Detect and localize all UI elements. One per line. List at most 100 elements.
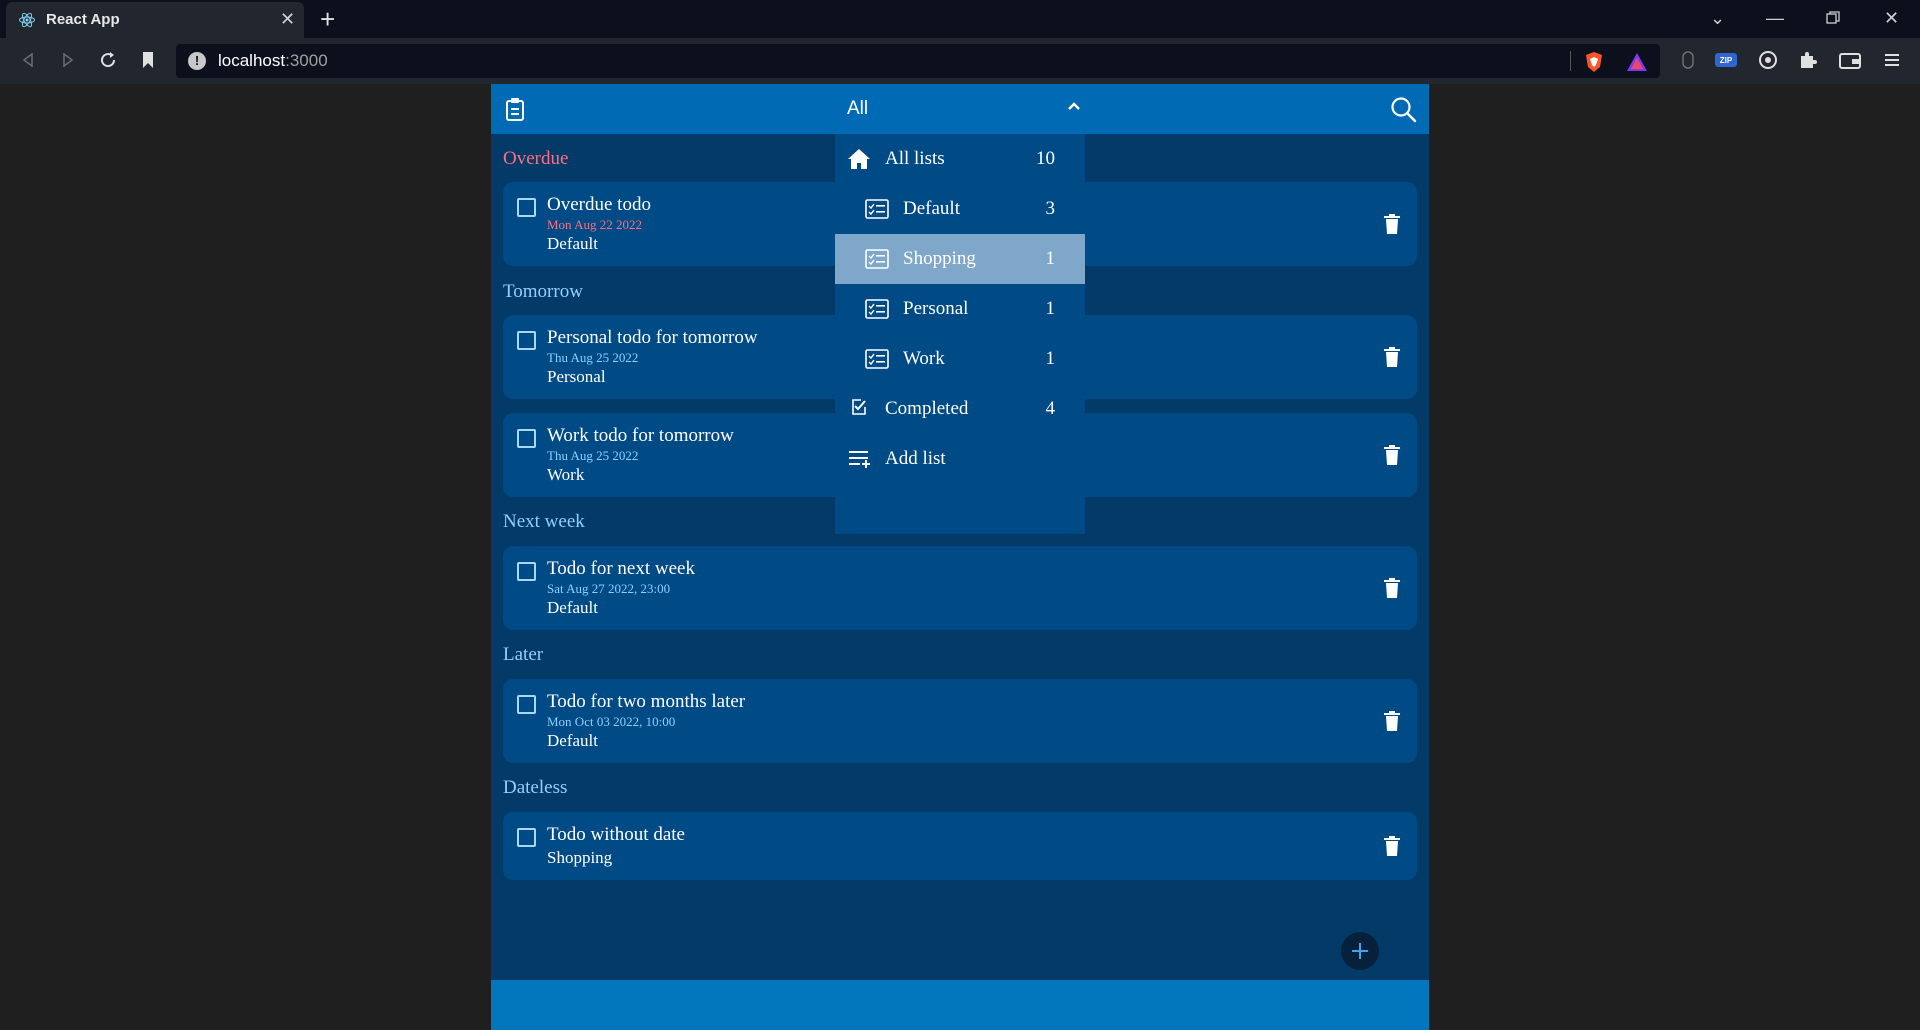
list-icon (865, 199, 889, 219)
trash-icon[interactable] (1383, 214, 1401, 234)
address-bar[interactable]: ! localhost:3000 (176, 44, 1660, 78)
section-title-later: Later (503, 644, 544, 665)
browser-menu-icon[interactable] (1880, 48, 1904, 72)
todo-list: Personal (547, 367, 606, 386)
dropdown-label: Shopping (903, 248, 976, 269)
list-icon (865, 249, 889, 269)
dropdown-label: Default (903, 198, 960, 219)
trash-icon[interactable] (1383, 445, 1401, 465)
chevron-up-icon[interactable] (1067, 100, 1081, 112)
add-list-icon (849, 451, 870, 468)
browser-toolbar: ! localhost:3000 ZIP (0, 38, 1920, 84)
dropdown-item-default[interactable]: Default 3 (835, 184, 1085, 234)
dropdown-label: Personal (903, 298, 969, 319)
restore-button[interactable] (1826, 11, 1840, 25)
dropdown-label: Add list (885, 448, 946, 469)
todo-title: Todo for two months later (547, 691, 746, 712)
trash-icon[interactable] (1383, 578, 1401, 598)
todo-title: Personal todo for tomorrow (547, 327, 758, 348)
todo-item[interactable]: Todo without date Shopping (503, 812, 1417, 880)
tab-close-icon[interactable]: ✕ (280, 10, 295, 28)
trash-icon[interactable] (1383, 836, 1401, 856)
bookmark-button[interactable] (136, 48, 160, 72)
search-icon[interactable] (1390, 96, 1417, 123)
list-dropdown-menu: All lists 10 Default 3 Shopping 1 Person… (835, 134, 1085, 534)
list-selector-title[interactable]: All (847, 98, 868, 120)
home-icon (848, 149, 870, 169)
section-title-dateless: Dateless (503, 777, 568, 798)
todo-list: Default (547, 598, 598, 617)
reload-button[interactable] (96, 48, 120, 72)
dropdown-item-work[interactable]: Work 1 (835, 334, 1085, 384)
url-port: :3000 (285, 51, 328, 70)
dropdown-item-shopping[interactable]: Shopping 1 (835, 234, 1085, 284)
todo-date: Thu Aug 25 2022 (547, 350, 639, 365)
wallet-icon[interactable] (1838, 48, 1862, 72)
todo-title: Work todo for tomorrow (547, 425, 734, 446)
extension-mouse-icon[interactable] (1676, 48, 1700, 72)
todo-checkbox[interactable] (517, 828, 536, 847)
dropdown-count: 1 (1045, 298, 1056, 319)
dropdown-label: Work (903, 348, 945, 369)
todo-checkbox[interactable] (517, 695, 536, 714)
todo-checkbox[interactable] (517, 562, 536, 581)
forward-arrow-icon (63, 53, 74, 67)
app-header: All (491, 84, 1429, 134)
dropdown-item-completed[interactable]: Completed 4 (835, 384, 1085, 434)
todo-title: Todo for next week (547, 558, 695, 579)
dropdown-count: 10 (1036, 148, 1055, 169)
todo-date: Thu Aug 25 2022 (547, 448, 639, 463)
back-arrow-icon (22, 53, 33, 67)
reload-icon (101, 52, 116, 68)
dropdown-item-all-lists[interactable]: All lists 10 (835, 134, 1085, 184)
plus-icon (1352, 943, 1368, 959)
list-icon (865, 299, 889, 319)
add-todo-button[interactable] (1341, 932, 1379, 970)
todo-date: Sat Aug 27 2022, 23:00 (547, 581, 671, 596)
extensions-puzzle-icon[interactable] (1796, 48, 1820, 72)
app-footer (491, 980, 1429, 1030)
brave-rewards-icon[interactable] (1626, 52, 1648, 72)
todo-title: Todo without date (547, 824, 685, 845)
clipboard-icon[interactable] (505, 97, 525, 121)
todo-item[interactable]: Todo for two months later Mon Oct 03 202… (503, 679, 1417, 763)
minimize-button[interactable]: — (1766, 6, 1784, 30)
dropdown-item-personal[interactable]: Personal 1 (835, 284, 1085, 334)
todo-list: Default (547, 731, 598, 750)
dropdown-label: All lists (885, 148, 945, 169)
svg-text:ZIP: ZIP (1720, 56, 1733, 65)
todo-date: Mon Aug 22 2022 (547, 217, 642, 232)
todo-list: Shopping (547, 848, 613, 867)
section-title-next-week: Next week (503, 511, 585, 532)
trash-icon[interactable] (1383, 711, 1401, 731)
brave-shields-icon[interactable] (1584, 51, 1604, 73)
section-title-tomorrow: Tomorrow (503, 281, 583, 302)
forward-button[interactable] (56, 48, 80, 72)
tab-title: React App (46, 11, 120, 28)
todo-checkbox[interactable] (517, 331, 536, 350)
todo-checkbox[interactable] (517, 429, 536, 448)
dropdown-item-add-list[interactable]: Add list (835, 434, 1085, 484)
check-icon (852, 399, 866, 415)
browser-tab[interactable]: React App ✕ (6, 2, 304, 38)
new-tab-button[interactable]: + (320, 4, 335, 34)
extension-target-icon[interactable] (1756, 48, 1780, 72)
bookmark-icon (143, 52, 153, 68)
react-logo-icon (19, 12, 35, 28)
todo-list: Default (547, 234, 598, 253)
tab-search-chevron-icon[interactable]: ⌄ (1710, 6, 1725, 30)
dropdown-label: Completed (885, 398, 969, 419)
trash-icon[interactable] (1383, 347, 1401, 367)
close-window-button[interactable]: ✕ (1884, 6, 1899, 30)
list-icon (865, 349, 889, 369)
site-info-icon[interactable]: ! (188, 52, 206, 70)
back-button[interactable] (16, 48, 40, 72)
url-separator (1570, 51, 1571, 71)
url-text: localhost:3000 (218, 51, 328, 71)
section-title-overdue: Overdue (503, 148, 569, 169)
todo-item[interactable]: Todo for next week Sat Aug 27 2022, 23:0… (503, 546, 1417, 630)
todo-checkbox[interactable] (517, 198, 536, 217)
extension-zip-icon[interactable]: ZIP (1714, 48, 1738, 72)
browser-tab-strip: React App ✕ + ⌄ — ✕ (0, 0, 1920, 38)
dropdown-count: 4 (1045, 398, 1056, 419)
